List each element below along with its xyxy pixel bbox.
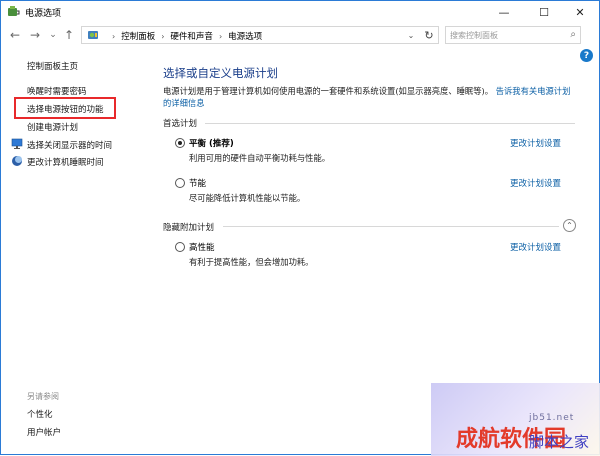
change-plan-settings-link[interactable]: 更改计划设置: [510, 241, 561, 253]
plan-radio-high-performance[interactable]: [175, 242, 185, 252]
up-arrow-icon[interactable]: ↑: [61, 27, 77, 43]
highlight-box: [14, 97, 116, 119]
plan-name-balanced[interactable]: 平衡 (推荐): [189, 137, 234, 149]
hidden-plans-label: 隐藏附加计划: [163, 223, 215, 233]
plan-desc-power-saver: 尽可能降低计算机性能以节能。: [189, 193, 306, 203]
power-options-window: 电源选项 — ☐ ✕ ← → ⌄ ↑ › 控制面板 › 硬件和声音 › 电源选项…: [0, 0, 600, 456]
address-bar[interactable]: › 控制面板 › 硬件和声音 › 电源选项 ⌄: [81, 26, 439, 44]
plan-name-power-saver[interactable]: 节能: [189, 177, 206, 189]
window-title: 电源选项: [25, 9, 62, 19]
breadcrumb-separator: ›: [112, 31, 116, 41]
plan-desc-high-performance: 有利于提高性能，但会增加功耗。: [189, 257, 314, 267]
see-also-label: 另请参阅: [27, 392, 59, 401]
control-panel-icon: [88, 31, 98, 39]
search-input[interactable]: [450, 29, 560, 41]
display-icon: [11, 138, 23, 149]
plan-desc-balanced: 利用可用的硬件自动平衡功耗与性能。: [189, 153, 331, 163]
maximize-button[interactable]: ☐: [525, 1, 563, 23]
plan-name-high-performance[interactable]: 高性能: [189, 241, 215, 253]
refresh-icon[interactable]: ↻: [421, 27, 437, 43]
help-icon[interactable]: ?: [580, 49, 593, 62]
collapse-chevron-icon[interactable]: ⌃: [563, 219, 576, 232]
intro-description: 电源计划是用于管理计算机如何使用电源的一套硬件和系统设置(如显示器亮度、睡眠等)…: [163, 86, 494, 96]
divider: [205, 123, 575, 124]
breadcrumb-control-panel[interactable]: 控制面板: [121, 30, 155, 42]
navigation-bar: ← → ⌄ ↑ › 控制面板 › 硬件和声音 › 电源选项 ⌄ ↻ ⌕: [1, 23, 599, 47]
intro-text: 电源计划是用于管理计算机如何使用电源的一套硬件和系统设置(如显示器亮度、睡眠等)…: [163, 85, 573, 109]
sidebar-item-personalization[interactable]: 个性化: [27, 408, 53, 420]
breadcrumb-separator: ›: [218, 31, 223, 41]
forward-arrow-icon[interactable]: →: [27, 27, 43, 43]
breadcrumb-hardware-sound[interactable]: 硬件和声音: [170, 30, 213, 42]
sidebar-item-wake-password[interactable]: 唤醒时需要密码: [27, 85, 87, 97]
change-plan-settings-link[interactable]: 更改计划设置: [510, 137, 561, 149]
close-button[interactable]: ✕: [561, 1, 599, 23]
sidebar-item-user-accounts[interactable]: 用户帐户: [27, 426, 61, 438]
page-title: 选择或自定义电源计划: [163, 66, 278, 80]
sleep-moon-icon: [12, 156, 22, 166]
breadcrumb-power-options[interactable]: 电源选项: [228, 30, 262, 42]
power-options-icon: [8, 6, 20, 16]
search-box[interactable]: ⌕: [445, 26, 581, 44]
watermark-blue-text: 脚本之家: [529, 433, 590, 451]
sidebar-item-sleep-time[interactable]: 更改计算机睡眠时间: [27, 156, 104, 168]
change-plan-settings-link[interactable]: 更改计划设置: [510, 177, 561, 189]
sidebar-item-display-off[interactable]: 选择关闭显示器的时间: [27, 139, 112, 151]
minimize-button[interactable]: —: [485, 1, 523, 23]
address-dropdown-icon[interactable]: ⌄: [404, 28, 418, 42]
sidebar-item-create-plan[interactable]: 创建电源计划: [27, 121, 78, 133]
title-bar: 电源选项 — ☐ ✕: [1, 1, 599, 23]
recent-locations-icon[interactable]: ⌄: [45, 27, 61, 43]
plan-radio-power-saver[interactable]: [175, 178, 185, 188]
sidebar-item-home[interactable]: 控制面板主页: [27, 60, 78, 72]
search-icon[interactable]: ⌕: [570, 29, 576, 40]
divider: [223, 226, 559, 227]
plan-radio-balanced[interactable]: [175, 138, 185, 148]
back-arrow-icon[interactable]: ←: [7, 27, 23, 43]
breadcrumb: › 控制面板 › 硬件和声音 › 电源选项: [106, 30, 262, 43]
breadcrumb-separator: ›: [161, 31, 165, 41]
preferred-plans-label: 首选计划: [163, 119, 198, 129]
